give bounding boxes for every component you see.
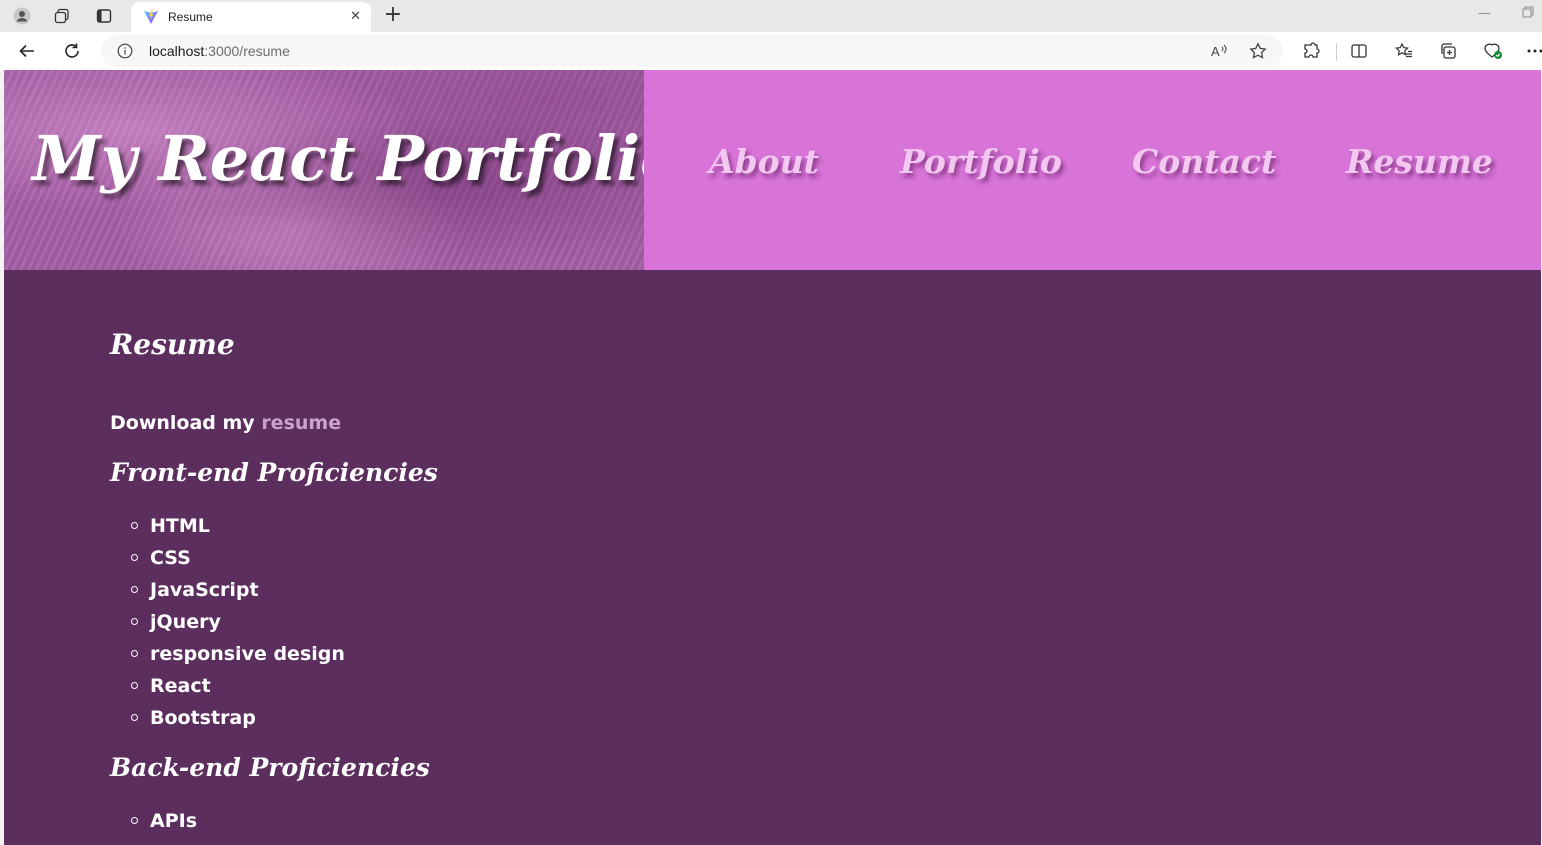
toolbar-divider	[1336, 43, 1337, 61]
list-item: APIs	[110, 805, 197, 837]
site-title: My React Portfolio	[32, 122, 682, 195]
page-title: Resume	[110, 328, 235, 361]
list-item: CSS	[110, 542, 345, 574]
url-path: :3000/resume	[204, 43, 290, 59]
back-icon[interactable]	[14, 39, 40, 63]
list-item: responsive design	[110, 638, 345, 670]
address-bar[interactable]: localhost:3000/resume A	[101, 35, 1283, 67]
bullet-icon	[131, 586, 138, 593]
nav-contact[interactable]: Contact	[1132, 142, 1276, 181]
tab-title: Resume	[168, 10, 213, 24]
svg-text:A: A	[1211, 44, 1220, 59]
new-tab-icon[interactable]: +	[382, 4, 404, 26]
active-tab[interactable]: Resume ✕	[131, 2, 371, 32]
bullet-icon	[131, 817, 138, 824]
more-menu-icon[interactable]	[1523, 39, 1542, 63]
download-prefix: Download my	[110, 412, 262, 434]
resume-download-link[interactable]: resume	[261, 412, 341, 434]
header-hero-image: My React Portfolio	[4, 70, 681, 270]
restore-icon[interactable]	[1522, 6, 1534, 22]
skill-label: jQuery	[150, 611, 221, 633]
main-nav: About Portfolio Contact Resume	[644, 70, 1541, 270]
collections-icon[interactable]	[1436, 39, 1460, 63]
bullet-icon	[131, 682, 138, 689]
nav-about[interactable]: About	[709, 142, 819, 181]
split-screen-icon[interactable]	[1347, 39, 1371, 63]
list-item: Bootstrap	[110, 702, 345, 734]
profile-icon[interactable]	[9, 4, 35, 28]
minimize-icon[interactable]: —	[1478, 6, 1491, 21]
workspaces-icon[interactable]	[49, 4, 75, 28]
browser-toolbar: localhost:3000/resume A	[0, 32, 1542, 70]
favorite-star-icon[interactable]	[1248, 41, 1268, 61]
browser-tab-bar: Resume ✕ + —	[0, 0, 1542, 32]
tab-actions-icon[interactable]	[91, 4, 117, 28]
skill-label: React	[150, 675, 211, 697]
skill-label: responsive design	[150, 643, 345, 665]
bullet-icon	[131, 522, 138, 529]
backend-skill-list: APIs	[110, 805, 197, 837]
list-item: JavaScript	[110, 574, 345, 606]
frontend-heading: Front-end Proficiencies	[110, 458, 438, 487]
frontend-skill-list: HTML CSS JavaScript jQuery responsive de…	[110, 510, 345, 734]
site-info-icon[interactable]	[117, 43, 133, 63]
skill-label: APIs	[150, 810, 198, 832]
bullet-icon	[131, 554, 138, 561]
download-resume-text: Download my resume	[110, 412, 341, 434]
skill-label: HTML	[150, 515, 210, 537]
refresh-icon[interactable]	[59, 39, 85, 63]
page-viewport: My React Portfolio About Portfolio Conta…	[4, 70, 1541, 845]
nav-resume[interactable]: Resume	[1346, 142, 1493, 181]
list-item: jQuery	[110, 606, 345, 638]
vite-favicon-icon	[144, 10, 158, 24]
url-host: localhost	[149, 43, 205, 59]
skill-label: JavaScript	[150, 579, 259, 601]
browser-essentials-icon[interactable]	[1481, 39, 1505, 63]
bullet-icon	[131, 714, 138, 721]
bullet-icon	[131, 650, 138, 657]
list-item: React	[110, 670, 345, 702]
read-aloud-icon[interactable]: A	[1209, 41, 1229, 61]
extensions-icon[interactable]	[1299, 39, 1323, 63]
backend-heading: Back-end Proficiencies	[110, 753, 430, 782]
bullet-icon	[131, 618, 138, 625]
skill-label: CSS	[150, 547, 191, 569]
close-tab-icon[interactable]: ✕	[350, 9, 361, 24]
list-item: HTML	[110, 510, 345, 542]
nav-portfolio[interactable]: Portfolio	[900, 142, 1062, 181]
favorites-icon[interactable]	[1392, 39, 1416, 63]
url-text[interactable]: localhost:3000/resume	[149, 43, 290, 59]
skill-label: Bootstrap	[150, 707, 256, 729]
